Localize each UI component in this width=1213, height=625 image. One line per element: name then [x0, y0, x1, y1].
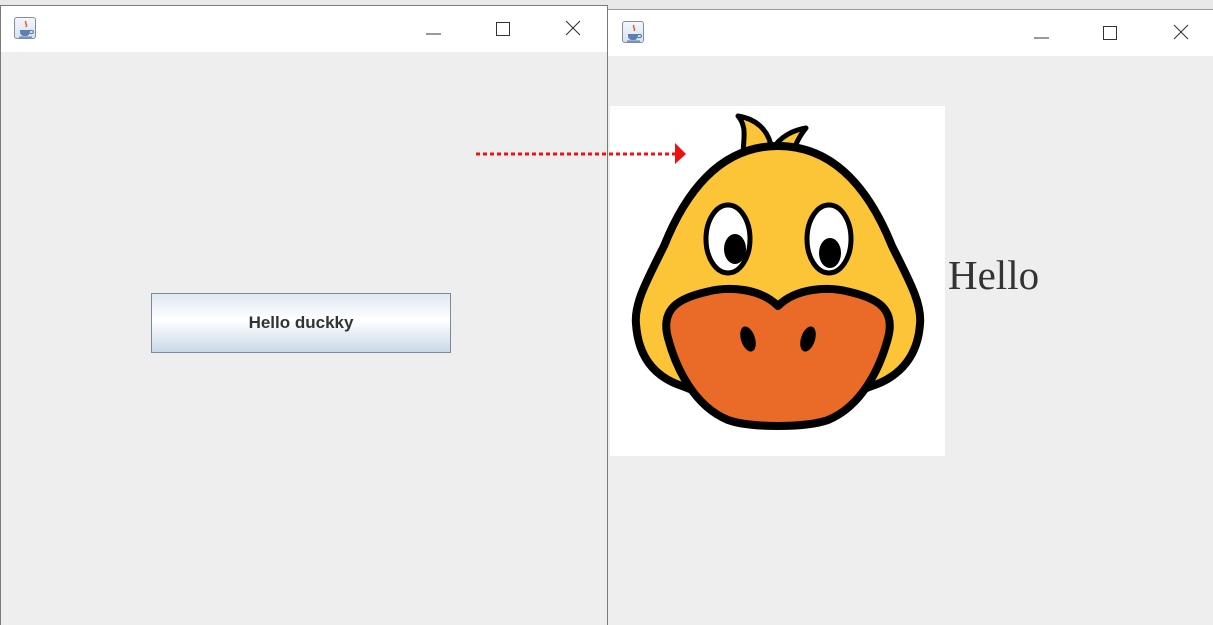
maximize-button[interactable] [485, 12, 519, 46]
maximize-icon [1103, 26, 1117, 40]
hello-label: Hello [948, 252, 1040, 298]
desktop: Hello Hello duckky [0, 0, 1213, 625]
maximize-icon [496, 22, 510, 36]
close-button[interactable] [1164, 16, 1198, 50]
minimize-icon [1034, 37, 1049, 39]
close-icon [1173, 24, 1189, 40]
close-icon [565, 20, 581, 36]
maximize-button[interactable] [1092, 16, 1126, 50]
duck-face-image [631, 113, 925, 430]
window-content: Hello [608, 56, 1213, 625]
window-content: Hello duckky [1, 52, 607, 625]
button-window: Hello duckky [0, 5, 608, 625]
java-app-icon[interactable] [14, 17, 36, 39]
close-button[interactable] [556, 12, 590, 46]
hello-duckky-button[interactable]: Hello duckky [151, 293, 451, 353]
image-label-window: Hello [607, 9, 1213, 625]
duck-image [610, 106, 945, 456]
minimize-icon [426, 33, 441, 35]
java-app-icon[interactable] [622, 21, 644, 43]
minimize-button[interactable] [416, 12, 450, 46]
title-bar[interactable] [608, 10, 1213, 56]
minimize-button[interactable] [1024, 16, 1058, 50]
title-bar[interactable] [1, 6, 607, 52]
